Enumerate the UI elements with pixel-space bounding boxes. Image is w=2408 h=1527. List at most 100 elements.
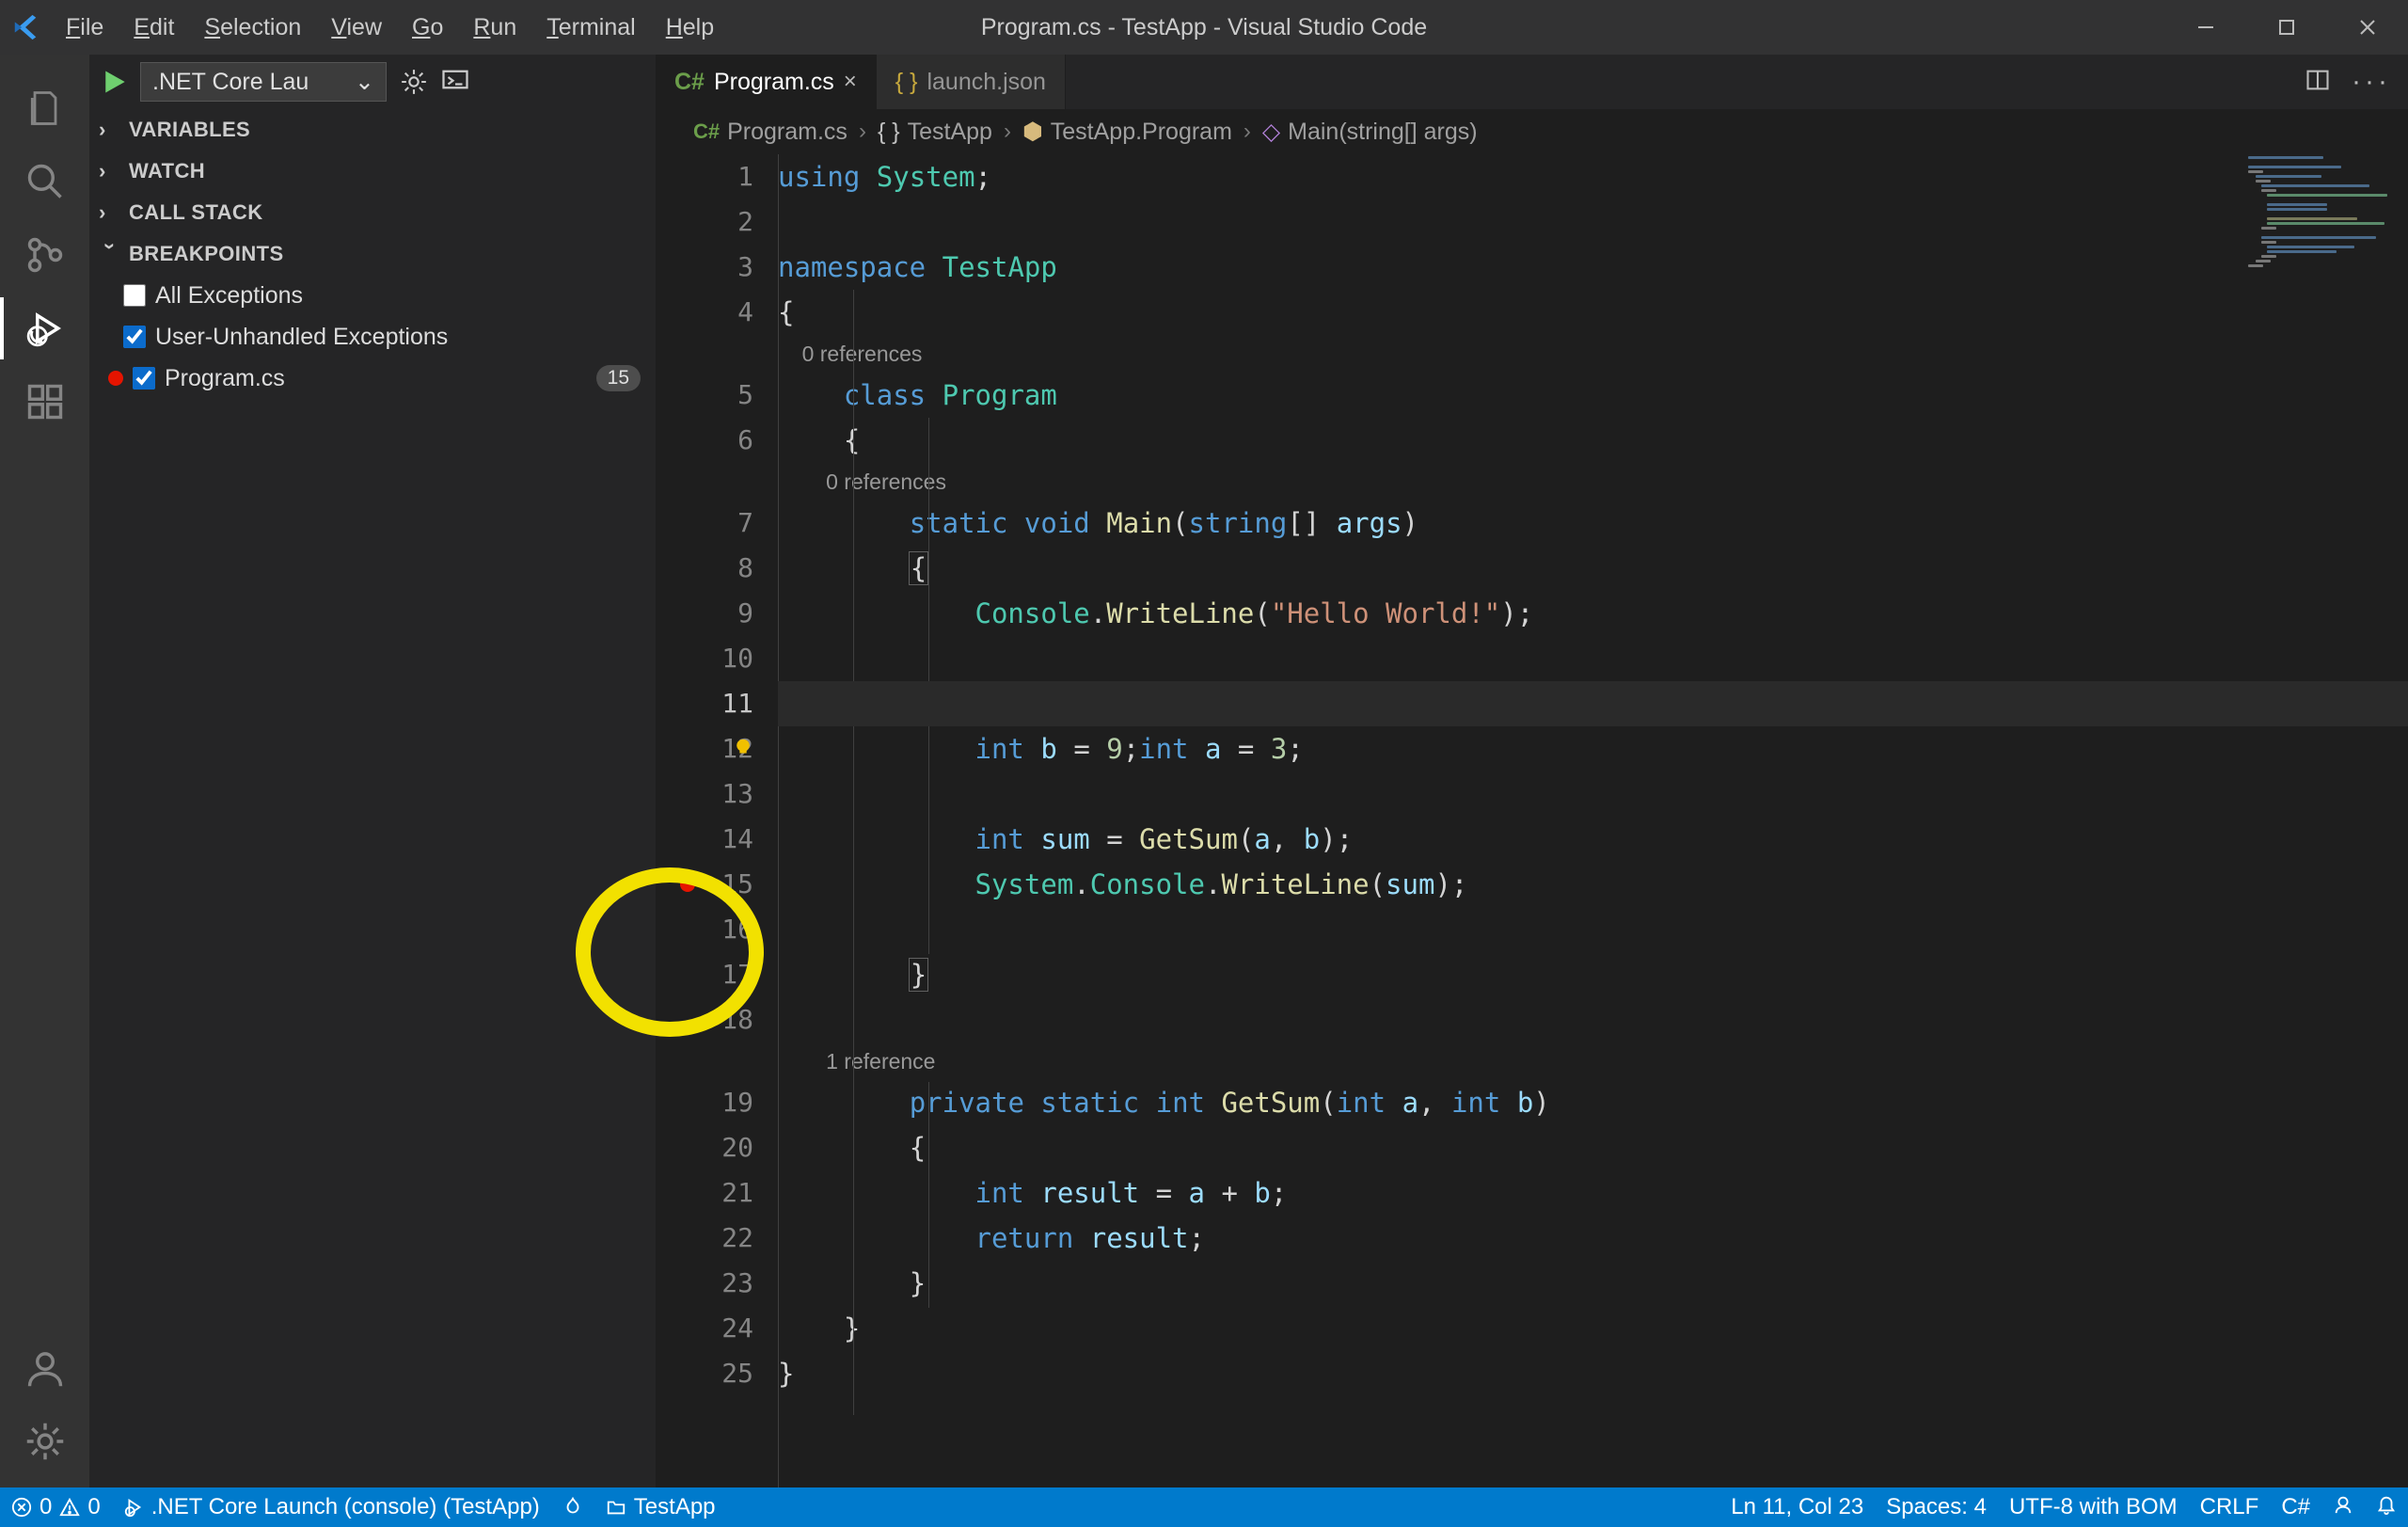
chevron-right-icon: › xyxy=(855,119,870,145)
status-encoding[interactable]: UTF-8 with BOM xyxy=(1998,1494,2189,1520)
menu-edit[interactable]: Edit xyxy=(119,8,189,47)
menu-run[interactable]: Run xyxy=(458,8,531,47)
status-line-col[interactable]: Ln 11, Col 23 xyxy=(1719,1494,1875,1520)
titlebar: File Edit Selection View Go Run Terminal… xyxy=(0,0,2408,55)
status-launch-config[interactable]: .NET Core Launch (console) (TestApp) xyxy=(112,1487,551,1527)
account-icon[interactable] xyxy=(22,1344,69,1392)
close-icon[interactable]: × xyxy=(844,69,857,95)
window-controls xyxy=(2165,0,2408,55)
line-number[interactable]: 17 xyxy=(656,952,753,997)
line-number[interactable]: 10 xyxy=(656,636,753,681)
checkbox-program-cs[interactable] xyxy=(133,367,155,390)
menu-view[interactable]: View xyxy=(316,8,397,47)
line-number[interactable]: 19 xyxy=(656,1080,753,1125)
breakpoint-dot-icon xyxy=(108,371,123,386)
checkbox-all-exceptions[interactable] xyxy=(123,284,146,307)
status-eol[interactable]: CRLF xyxy=(2189,1494,2271,1520)
activity-bar xyxy=(0,55,89,1487)
line-number[interactable]: 9 xyxy=(656,591,753,636)
breakpoint-all-exceptions[interactable]: All Exceptions xyxy=(89,275,656,316)
extensions-icon[interactable] xyxy=(22,378,69,425)
settings-gear-icon[interactable] xyxy=(22,1418,69,1465)
debug-config-label: .NET Core Lau xyxy=(152,69,309,96)
source-control-icon[interactable] xyxy=(22,231,69,278)
line-number[interactable]: 3 xyxy=(656,245,753,290)
line-number[interactable]: 14 xyxy=(656,817,753,862)
line-number[interactable]: 13 xyxy=(656,771,753,817)
class-icon: ⬢ xyxy=(1022,118,1043,146)
menu-selection[interactable]: Selection xyxy=(189,8,316,47)
section-watch[interactable]: › WATCH xyxy=(89,151,656,192)
debug-config-select[interactable]: .NET Core Lau ⌄ xyxy=(140,62,387,102)
line-number[interactable]: 15 xyxy=(656,862,753,907)
more-icon[interactable]: ··· xyxy=(2352,66,2391,98)
window-maximize-button[interactable] xyxy=(2246,0,2327,55)
line-number[interactable]: 1 xyxy=(656,154,753,199)
code-content[interactable]: using System; namespace TestApp { 0 refe… xyxy=(778,154,2408,1487)
menu-file[interactable]: File xyxy=(51,8,119,47)
window-close-button[interactable] xyxy=(2327,0,2408,55)
codelens-references[interactable]: 1 reference xyxy=(826,1049,935,1074)
status-indentation[interactable]: Spaces: 4 xyxy=(1875,1494,1998,1520)
chevron-right-icon: › xyxy=(1000,119,1015,145)
start-debug-button[interactable] xyxy=(101,69,127,95)
gutter[interactable]: 1 2 3 4 5 6 7 8 9 10 11 12 13 14 15 16 1… xyxy=(656,154,778,1487)
line-number[interactable]: 11 xyxy=(656,681,753,726)
line-number[interactable]: 2 xyxy=(656,199,753,245)
line-number[interactable]: 4 xyxy=(656,290,753,335)
menu-help[interactable]: Help xyxy=(651,8,729,47)
editor-tabs: C# Program.cs × { } launch.json ··· xyxy=(656,55,2408,109)
search-icon[interactable] xyxy=(22,158,69,205)
status-feedback-icon[interactable] xyxy=(2321,1494,2365,1515)
line-number[interactable]: 6 xyxy=(656,418,753,463)
editor-area: C# Program.cs × { } launch.json ··· C# P… xyxy=(656,55,2408,1487)
split-editor-icon[interactable] xyxy=(2305,67,2331,98)
breakpoint-program-cs[interactable]: Program.cs 15 xyxy=(89,358,656,399)
tab-launch-json[interactable]: { } launch.json xyxy=(877,55,1066,109)
checkbox-user-unhandled[interactable] xyxy=(123,326,146,348)
line-number[interactable]: 23 xyxy=(656,1261,753,1306)
line-number[interactable]: 25 xyxy=(656,1351,753,1396)
section-variables[interactable]: › VARIABLES xyxy=(89,109,656,151)
status-language[interactable]: C# xyxy=(2270,1494,2321,1520)
sidebar-debug: .NET Core Lau ⌄ › VARIABLES › WATCH › CA… xyxy=(89,55,656,1487)
line-number[interactable]: 20 xyxy=(656,1125,753,1170)
breakpoint-user-unhandled[interactable]: User-Unhandled Exceptions xyxy=(89,316,656,358)
minimap[interactable] xyxy=(2248,154,2399,258)
csharp-file-icon: C# xyxy=(693,119,720,144)
namespace-icon: { } xyxy=(878,119,900,146)
status-folder[interactable]: TestApp xyxy=(594,1487,727,1527)
section-call-stack[interactable]: › CALL STACK xyxy=(89,192,656,233)
tab-program-cs[interactable]: C# Program.cs × xyxy=(656,55,877,109)
line-number[interactable]: 16 xyxy=(656,907,753,952)
breadcrumb[interactable]: C# Program.cs › { } TestApp › ⬢ TestApp.… xyxy=(656,109,2408,154)
status-live-share-icon[interactable] xyxy=(551,1487,594,1527)
status-errors[interactable]: 0 0 xyxy=(0,1487,112,1527)
code-area[interactable]: 1 2 3 4 5 6 7 8 9 10 11 12 13 14 15 16 1… xyxy=(656,154,2408,1487)
line-number[interactable]: 21 xyxy=(656,1170,753,1216)
line-number[interactable]: 8 xyxy=(656,546,753,591)
menu-terminal[interactable]: Terminal xyxy=(531,8,650,47)
json-file-icon: { } xyxy=(895,69,918,96)
debug-icon[interactable] xyxy=(22,305,69,352)
line-number[interactable]: 24 xyxy=(656,1306,753,1351)
codelens-references[interactable]: 0 references xyxy=(802,342,923,366)
window-minimize-button[interactable] xyxy=(2165,0,2246,55)
vscode-logo-icon xyxy=(11,13,40,41)
debug-console-icon[interactable] xyxy=(441,68,469,96)
section-breakpoints[interactable]: › BREAKPOINTS xyxy=(89,233,656,275)
line-number[interactable]: 5 xyxy=(656,373,753,418)
line-number[interactable]: 7 xyxy=(656,501,753,546)
breakpoint-dot-icon[interactable] xyxy=(680,877,695,892)
lightbulb-icon[interactable] xyxy=(733,726,753,747)
debug-config-gear-icon[interactable] xyxy=(400,68,428,96)
files-icon[interactable] xyxy=(22,85,69,132)
line-number[interactable]: 18 xyxy=(656,997,753,1042)
status-bell-icon[interactable] xyxy=(2365,1494,2408,1515)
debug-toolbar: .NET Core Lau ⌄ xyxy=(89,55,656,109)
chevron-right-icon: › xyxy=(99,118,121,142)
line-number[interactable]: 22 xyxy=(656,1216,753,1261)
chevron-right-icon: › xyxy=(99,159,121,183)
status-bar: 0 0 .NET Core Launch (console) (TestApp)… xyxy=(0,1487,2408,1527)
menu-go[interactable]: Go xyxy=(397,8,458,47)
